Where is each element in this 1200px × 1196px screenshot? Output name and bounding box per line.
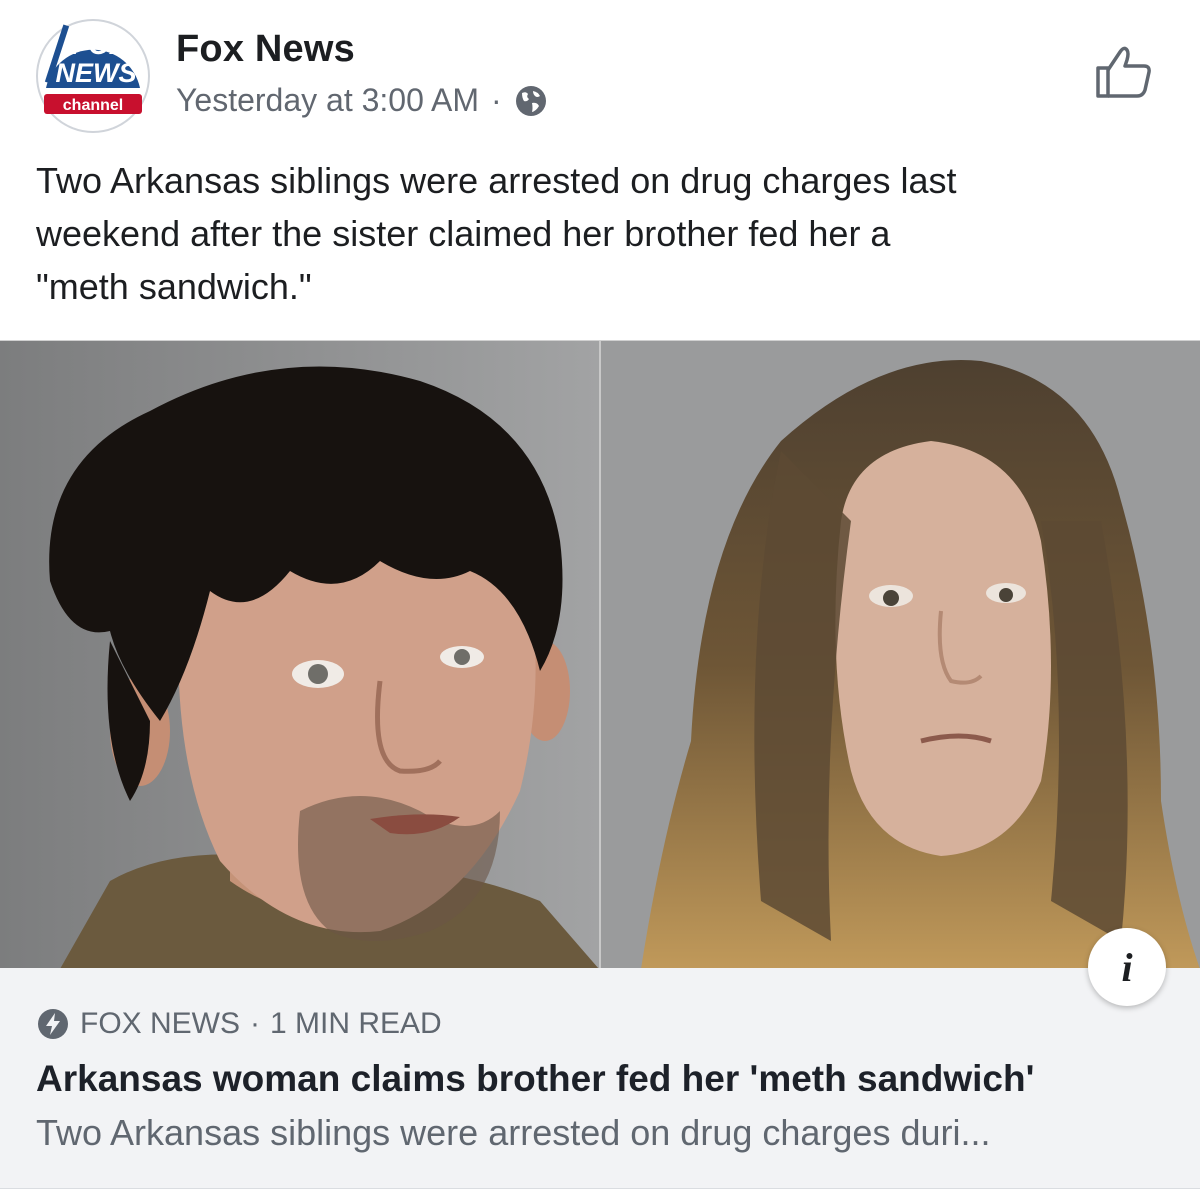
info-icon: i xyxy=(1121,944,1133,990)
source-separator: · xyxy=(250,1007,261,1040)
post-meta: Yesterday at 3:00 AM · xyxy=(176,82,548,119)
mugshot-man xyxy=(0,341,599,969)
meta-separator: · xyxy=(491,82,502,118)
post-header: FOX NEWS channel Fox News Yesterday at 3… xyxy=(0,0,1200,140)
link-description: Two Arkansas siblings were arrested on d… xyxy=(36,1112,991,1153)
logo-text-channel: channel xyxy=(63,97,123,114)
fox-news-channel-logo[interactable]: FOX NEWS channel xyxy=(34,18,152,134)
globe-icon[interactable] xyxy=(514,84,548,118)
thumbs-up-icon[interactable] xyxy=(1094,44,1154,100)
post-timestamp[interactable]: Yesterday at 3:00 AM xyxy=(176,82,479,119)
read-time: 1 MIN READ xyxy=(270,1007,442,1040)
logo-text-fox: FOX xyxy=(71,29,131,60)
link-headline[interactable]: Arkansas woman claims brother fed her 'm… xyxy=(36,1058,1034,1100)
mugshot-woman xyxy=(601,341,1200,969)
info-button[interactable]: i xyxy=(1088,928,1166,1006)
post-text: Two Arkansas siblings were arrested on d… xyxy=(36,160,957,307)
link-source: FOX NEWS xyxy=(80,1007,241,1040)
link-source-row: FOX NEWS · 1 MIN READ xyxy=(36,1007,442,1041)
lightning-bolt-icon xyxy=(38,1009,68,1039)
page-name-link[interactable]: Fox News xyxy=(176,28,355,71)
logo-text-news: NEWS xyxy=(56,58,137,88)
link-preview-image[interactable] xyxy=(0,340,1200,969)
